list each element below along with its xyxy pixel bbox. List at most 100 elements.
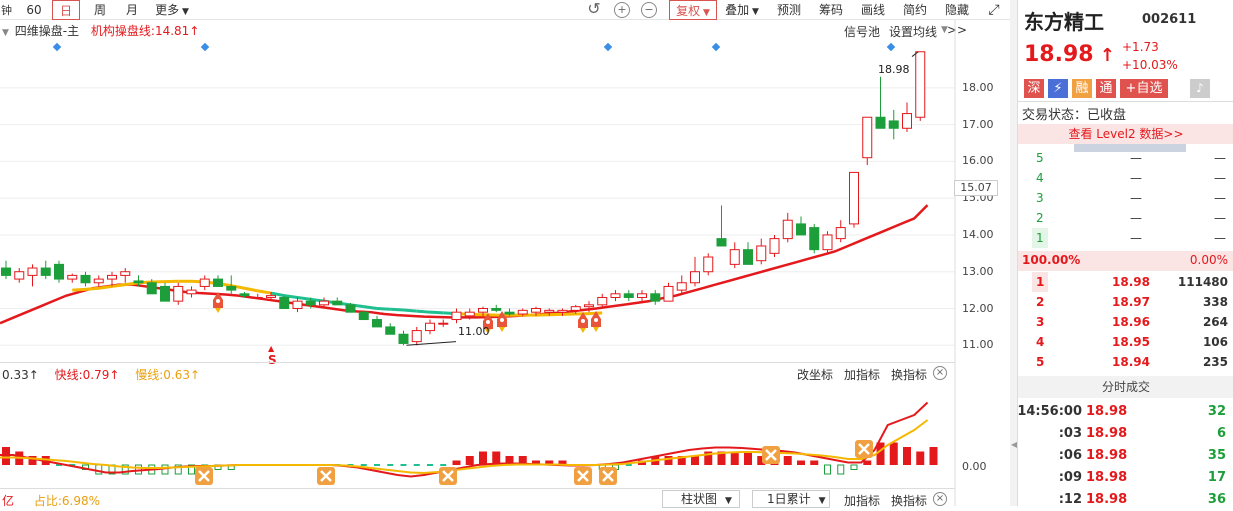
candle[interactable]	[611, 290, 620, 301]
candle[interactable]	[876, 77, 885, 128]
candle[interactable]	[2, 261, 11, 279]
cross-signal-icon[interactable]	[195, 467, 213, 485]
candle[interactable]	[744, 242, 753, 264]
chart-type-select[interactable]: 柱状图▼	[662, 490, 740, 508]
candle[interactable]	[333, 297, 342, 304]
candle[interactable]	[55, 261, 64, 283]
candle[interactable]	[651, 290, 660, 305]
cross-signal-icon[interactable]	[439, 467, 457, 485]
forecast-button[interactable]: 预测	[772, 0, 806, 20]
lightning-icon[interactable]: ⚡	[1048, 79, 1068, 98]
candle[interactable]	[161, 283, 170, 301]
candle[interactable]	[386, 323, 395, 334]
candle[interactable]	[41, 261, 50, 279]
sell-level-row[interactable]: 3——	[1018, 188, 1233, 208]
cross-signal-icon[interactable]	[762, 446, 780, 464]
undo-icon[interactable]: ↺	[586, 2, 602, 18]
candle[interactable]	[730, 242, 739, 268]
candle[interactable]	[293, 297, 302, 312]
signal-diamond[interactable]	[53, 43, 61, 51]
candle[interactable]	[903, 103, 912, 132]
sell-level-row[interactable]: 5——	[1018, 148, 1233, 168]
period-month[interactable]: 月	[118, 0, 146, 20]
signal-diamond[interactable]	[887, 43, 895, 51]
kline-chart[interactable]	[0, 20, 1010, 506]
candle[interactable]	[426, 320, 435, 335]
candle[interactable]	[770, 235, 779, 257]
candle[interactable]	[810, 224, 819, 253]
candle[interactable]	[121, 268, 130, 283]
zoom-out-icon[interactable]: −	[641, 2, 657, 18]
candle[interactable]	[889, 110, 898, 139]
cross-signal-icon[interactable]	[317, 467, 335, 485]
change-axis-button[interactable]: 改坐标	[797, 366, 833, 383]
candle[interactable]	[174, 283, 183, 305]
add-indicator-button[interactable]: 加指标	[844, 366, 880, 383]
period-60[interactable]: 60	[20, 0, 48, 20]
period-day[interactable]: 日	[52, 0, 80, 20]
candle[interactable]	[68, 274, 77, 283]
signal-diamond[interactable]	[201, 43, 209, 51]
fullscreen-icon[interactable]: ⤢	[984, 0, 1004, 20]
candle[interactable]	[28, 264, 37, 286]
candle[interactable]	[214, 275, 223, 286]
switch-indicator-button-2[interactable]: 换指标	[891, 492, 927, 509]
sell-level-row[interactable]: 2——	[1018, 208, 1233, 228]
period-more[interactable]: 更多 ▼	[150, 0, 194, 20]
signal-diamond[interactable]	[712, 43, 720, 51]
candle[interactable]	[797, 217, 806, 235]
candle[interactable]	[359, 310, 368, 319]
candle[interactable]	[253, 294, 262, 299]
candle[interactable]	[717, 206, 726, 246]
level2-link[interactable]: 查看 Level2 数据>>	[1018, 124, 1233, 144]
candle[interactable]	[638, 290, 647, 301]
candle[interactable]	[863, 117, 872, 165]
close-icon[interactable]: ×	[933, 492, 947, 506]
candle[interactable]	[624, 290, 633, 301]
switch-indicator-button[interactable]: 换指标	[891, 366, 927, 383]
tag-tong[interactable]: 通	[1096, 79, 1116, 98]
tag-shen[interactable]: 深	[1024, 79, 1044, 98]
candle[interactable]	[677, 275, 686, 293]
panel-splitter[interactable]: ◀	[1010, 0, 1017, 506]
hide-button[interactable]: 隐藏>>	[936, 0, 978, 20]
buy-level-row[interactable]: 418.95106	[1018, 332, 1233, 352]
buy-level-row[interactable]: 318.96264	[1018, 312, 1233, 332]
candle[interactable]	[94, 275, 103, 286]
candle[interactable]	[850, 172, 859, 227]
overlay-button[interactable]: 叠加 ▼	[722, 0, 762, 20]
draw-line-button[interactable]: 画线	[856, 0, 890, 20]
candle[interactable]	[187, 286, 196, 297]
add-indicator-button-2[interactable]: 加指标	[844, 492, 880, 509]
candle[interactable]	[373, 316, 382, 327]
simple-button[interactable]: 简约	[898, 0, 932, 20]
buy-level-row[interactable]: 118.98111480	[1018, 272, 1233, 292]
candle[interactable]	[691, 257, 700, 286]
candle[interactable]	[346, 303, 355, 312]
candle[interactable]	[452, 309, 461, 324]
candle[interactable]	[664, 283, 673, 301]
cross-signal-icon[interactable]	[599, 467, 617, 485]
candle[interactable]	[783, 213, 792, 242]
candle[interactable]	[81, 272, 90, 287]
add-watchlist-button[interactable]: +自选	[1120, 79, 1168, 98]
buy-level-row[interactable]: 218.97338	[1018, 292, 1233, 312]
candle[interactable]	[492, 305, 501, 312]
candle[interactable]	[823, 231, 832, 253]
zoom-in-icon[interactable]: +	[614, 2, 630, 18]
candle[interactable]	[399, 331, 408, 346]
sell-level-row[interactable]: 4——	[1018, 168, 1233, 188]
candle[interactable]	[916, 52, 925, 121]
buy-level-row[interactable]: 518.94235	[1018, 352, 1233, 372]
cross-signal-icon[interactable]	[574, 467, 592, 485]
chips-button[interactable]: 筹码	[814, 0, 848, 20]
candle[interactable]	[704, 253, 713, 275]
signal-diamond[interactable]	[604, 43, 612, 51]
candle[interactable]	[280, 296, 289, 309]
candle[interactable]	[200, 275, 209, 290]
candle[interactable]	[15, 268, 24, 283]
sell-level-row[interactable]: 1——	[1018, 228, 1233, 248]
cross-signal-icon[interactable]	[855, 440, 873, 458]
candle[interactable]	[757, 239, 766, 265]
candle[interactable]	[412, 327, 421, 345]
